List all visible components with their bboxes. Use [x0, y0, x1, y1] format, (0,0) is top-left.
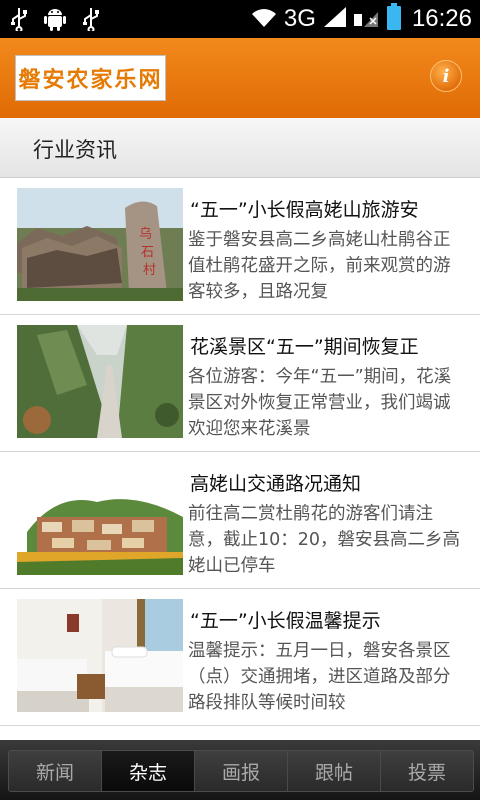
signal-icon	[322, 6, 348, 32]
app-header: 磐安农家乐网 i	[0, 38, 480, 118]
hillside-village-photo	[17, 462, 183, 575]
article-title: “五一”小长假温馨提示	[190, 610, 381, 632]
wifi-icon	[250, 6, 278, 32]
list-item[interactable]: 花溪景区“五一”期间恢复正 各位游客：今年“五一”期间，花溪景区对外恢复正常营业…	[0, 315, 480, 452]
network-type: 3G	[283, 5, 316, 32]
article-summary: 前往高二赏杜鹃花的游客们请注意，截止10：20，磐安县高二乡高姥山已停车	[188, 504, 461, 576]
article-title: 高姥山交通路况通知	[190, 473, 362, 495]
list-item[interactable]: 乌 石 村 “五一”小长假高姥山旅游安 鉴于磐安县高二乡高姥山杜鹃谷正值杜鹃花盛…	[0, 178, 480, 315]
article-summary: 温馨提示：五月一日，磐安各景区（点）交通拥堵，进区道路及部分路段排队等候时间较	[188, 641, 451, 713]
article-summary: 各位游客：今年“五一”期间，花溪景区对外恢复正常营业，我们竭诚欢迎您来花溪景	[188, 367, 452, 439]
article-title: 花溪景区“五一”期间恢复正	[190, 336, 419, 358]
valley-stream-photo	[17, 325, 183, 438]
section-title: 行业资讯	[33, 138, 117, 162]
notification-icons	[8, 6, 102, 32]
logo-text: 磐安农家乐网	[18, 67, 163, 93]
tab-group: 新闻 杂志 画报 跟帖 投票	[8, 750, 474, 792]
usb-icon	[8, 6, 30, 32]
android-debug-icon	[44, 6, 66, 32]
tab-vote[interactable]: 投票	[381, 751, 473, 791]
svg-text:乌: 乌	[139, 226, 152, 242]
svg-text:石: 石	[141, 245, 154, 260]
list-item[interactable]: 高姥山交通路况通知 前往高二赏杜鹃花的游客们请注意，截止10：20，磐安县高二乡…	[0, 452, 480, 589]
status-bar: 3G 16:26	[0, 0, 480, 38]
hotel-room-photo	[17, 599, 183, 712]
svg-text:村: 村	[143, 263, 156, 278]
article-title: “五一”小长假高姥山旅游安	[190, 199, 419, 221]
tab-comments[interactable]: 跟帖	[288, 751, 381, 791]
tab-magazine[interactable]: 杂志	[102, 751, 195, 791]
article-summary: 鉴于磐安县高二乡高姥山杜鹃谷正值杜鹃花盛开之际，前来观赏的游客较多，且路况复	[188, 230, 451, 302]
info-button[interactable]: i	[430, 60, 462, 92]
village-rock-photo: 乌 石 村	[17, 188, 183, 301]
system-icons: 3G 16:26	[250, 3, 472, 35]
tab-pictorial[interactable]: 画报	[195, 751, 288, 791]
info-icon: i	[442, 65, 450, 87]
section-header: 行业资讯	[0, 118, 480, 178]
list-item[interactable]: “五一”小长假温馨提示 温馨提示：五月一日，磐安各景区（点）交通拥堵，进区道路及…	[0, 589, 480, 726]
site-logo[interactable]: 磐安农家乐网	[15, 55, 166, 101]
battery-icon	[386, 3, 402, 35]
tab-news[interactable]: 新闻	[9, 751, 102, 791]
usb-icon-2	[80, 6, 102, 32]
bottom-tab-bar: 新闻 杂志 画报 跟帖 投票	[0, 740, 480, 800]
clock: 16:26	[411, 5, 472, 32]
sim2-signal-icon	[353, 6, 380, 32]
article-list: 乌 石 村 “五一”小长假高姥山旅游安 鉴于磐安县高二乡高姥山杜鹃谷正值杜鹃花盛…	[0, 178, 480, 726]
